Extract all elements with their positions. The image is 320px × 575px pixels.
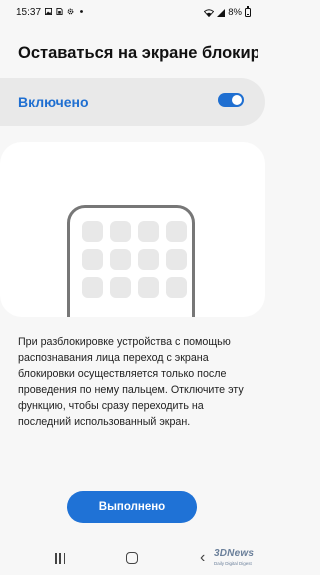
wifi-icon [204, 8, 215, 17]
illustration-card [0, 142, 265, 317]
battery-icon [245, 6, 251, 17]
status-notification-icons [45, 8, 85, 15]
app-tile [166, 277, 187, 298]
app-tile [110, 277, 131, 298]
settings-gear-icon [67, 8, 74, 15]
app-tile [82, 221, 103, 242]
recent-apps-icon[interactable] [55, 553, 65, 564]
battery-percent: 8% [228, 7, 242, 18]
toggle-knob [232, 95, 242, 105]
watermark-logo: 3DNews Daily Digital Digest [214, 548, 262, 572]
page-title: Оставаться на экране блокир… [18, 44, 258, 62]
master-toggle-card[interactable]: Включено [0, 78, 265, 126]
done-button[interactable]: Выполнено [67, 491, 197, 523]
app-tile [82, 249, 103, 270]
sim-card-icon [56, 8, 63, 15]
status-bar: 15:37 8% [0, 0, 265, 26]
watermark-logo-text: 3DNews [214, 548, 255, 559]
app-tile [166, 249, 187, 270]
phone-illustration [67, 205, 195, 317]
app-tile [138, 249, 159, 270]
app-tile [138, 277, 159, 298]
signal-icon [217, 8, 226, 17]
description-text: При разблокировке устройства с помощью р… [18, 336, 244, 428]
app-tile [110, 249, 131, 270]
app-tile [138, 221, 159, 242]
status-right: 8% [204, 6, 251, 18]
app-grid [82, 221, 187, 298]
toggle-switch[interactable] [218, 93, 244, 107]
gallery-icon [45, 8, 52, 15]
toggle-label: Включено [18, 94, 89, 110]
app-tile [82, 277, 103, 298]
watermark-tagline: Daily Digital Digest [214, 561, 252, 566]
home-icon[interactable] [126, 552, 138, 564]
app-tile [166, 221, 187, 242]
dot-icon [80, 10, 83, 13]
back-icon[interactable]: ‹ [200, 550, 205, 566]
app-tile [110, 221, 131, 242]
status-time: 15:37 [16, 7, 42, 18]
